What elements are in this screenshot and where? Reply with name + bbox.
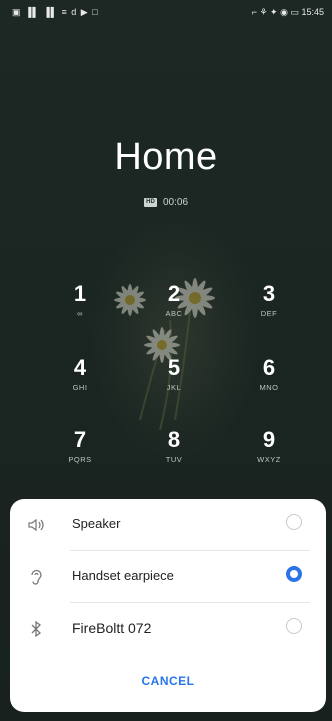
key-digit: 4 bbox=[73, 355, 87, 380]
key-digit: 7 bbox=[73, 427, 87, 452]
key-letters: GHI bbox=[72, 383, 88, 392]
call-duration: 00:06 bbox=[162, 197, 189, 208]
keypad-key-7[interactable]: 7 PQRS bbox=[45, 427, 115, 464]
status-right-icons: ⌐ ⚘ ✦ ◉ ▭ bbox=[251, 7, 299, 17]
key-letters: MNO bbox=[259, 383, 279, 392]
audio-option-bluetooth[interactable]: FireBoltt 072 bbox=[10, 603, 326, 655]
key-digit: 2 bbox=[167, 281, 181, 306]
audio-option-label: Speaker bbox=[72, 516, 121, 531]
call-timer-row: HD 00:06 bbox=[0, 197, 332, 208]
status-time: 15:45 bbox=[301, 7, 324, 17]
keypad-key-1[interactable]: 1 ∞ bbox=[45, 281, 115, 318]
key-digit: 8 bbox=[167, 427, 181, 452]
key-letters: WXYZ bbox=[257, 455, 281, 464]
keypad-key-3[interactable]: 3 DEF bbox=[234, 281, 304, 318]
key-letters: PQRS bbox=[68, 455, 92, 464]
status-right: ⌐ ⚘ ✦ ◉ ▭ 15:45 bbox=[252, 7, 324, 18]
key-letters: TUV bbox=[165, 455, 183, 464]
key-digit: 6 bbox=[262, 355, 276, 380]
keypad-key-8[interactable]: 8 TUV bbox=[139, 427, 209, 464]
audio-output-sheet: Speaker Handset earpiece FireBoltt 072 C… bbox=[10, 499, 326, 712]
key-letters: JKL bbox=[166, 383, 182, 392]
voicemail-icon: ∞ bbox=[77, 309, 83, 318]
key-digit: 5 bbox=[167, 355, 181, 380]
audio-option-handset[interactable]: Handset earpiece bbox=[10, 551, 326, 603]
key-digit: 3 bbox=[262, 281, 276, 306]
radio-button[interactable] bbox=[286, 514, 302, 530]
key-digit: 9 bbox=[262, 427, 276, 452]
audio-option-label: FireBoltt 072 bbox=[72, 620, 152, 636]
radio-button-selected[interactable] bbox=[286, 566, 302, 582]
hd-voice-icon: HD bbox=[143, 197, 157, 207]
radio-button[interactable] bbox=[286, 618, 302, 634]
caller-name: Home bbox=[114, 136, 218, 178]
cancel-button[interactable]: CANCEL bbox=[10, 674, 326, 688]
keypad-key-4[interactable]: 4 GHI bbox=[45, 355, 115, 392]
keypad-key-2[interactable]: 2 ABC bbox=[139, 281, 209, 318]
key-letters: DEF bbox=[260, 309, 278, 318]
keypad-key-6[interactable]: 6 MNO bbox=[234, 355, 304, 392]
speaker-icon bbox=[26, 515, 46, 535]
ear-icon bbox=[26, 567, 46, 587]
audio-option-label: Handset earpiece bbox=[72, 568, 174, 583]
status-left-icons: ▣ ▐▌ ▐▌ ≡ d ▶ □ bbox=[12, 7, 99, 17]
key-letters: ABC bbox=[165, 309, 183, 318]
key-digit: 1 bbox=[73, 281, 87, 306]
keypad-key-9[interactable]: 9 WXYZ bbox=[234, 427, 304, 464]
status-bar: ▣ ▐▌ ▐▌ ≡ d ▶ □ ⌐ ⚘ ✦ ◉ ▭ 15:45 bbox=[0, 0, 332, 24]
bluetooth-icon bbox=[26, 619, 46, 639]
audio-option-speaker[interactable]: Speaker bbox=[10, 499, 326, 551]
keypad-key-5[interactable]: 5 JKL bbox=[139, 355, 209, 392]
